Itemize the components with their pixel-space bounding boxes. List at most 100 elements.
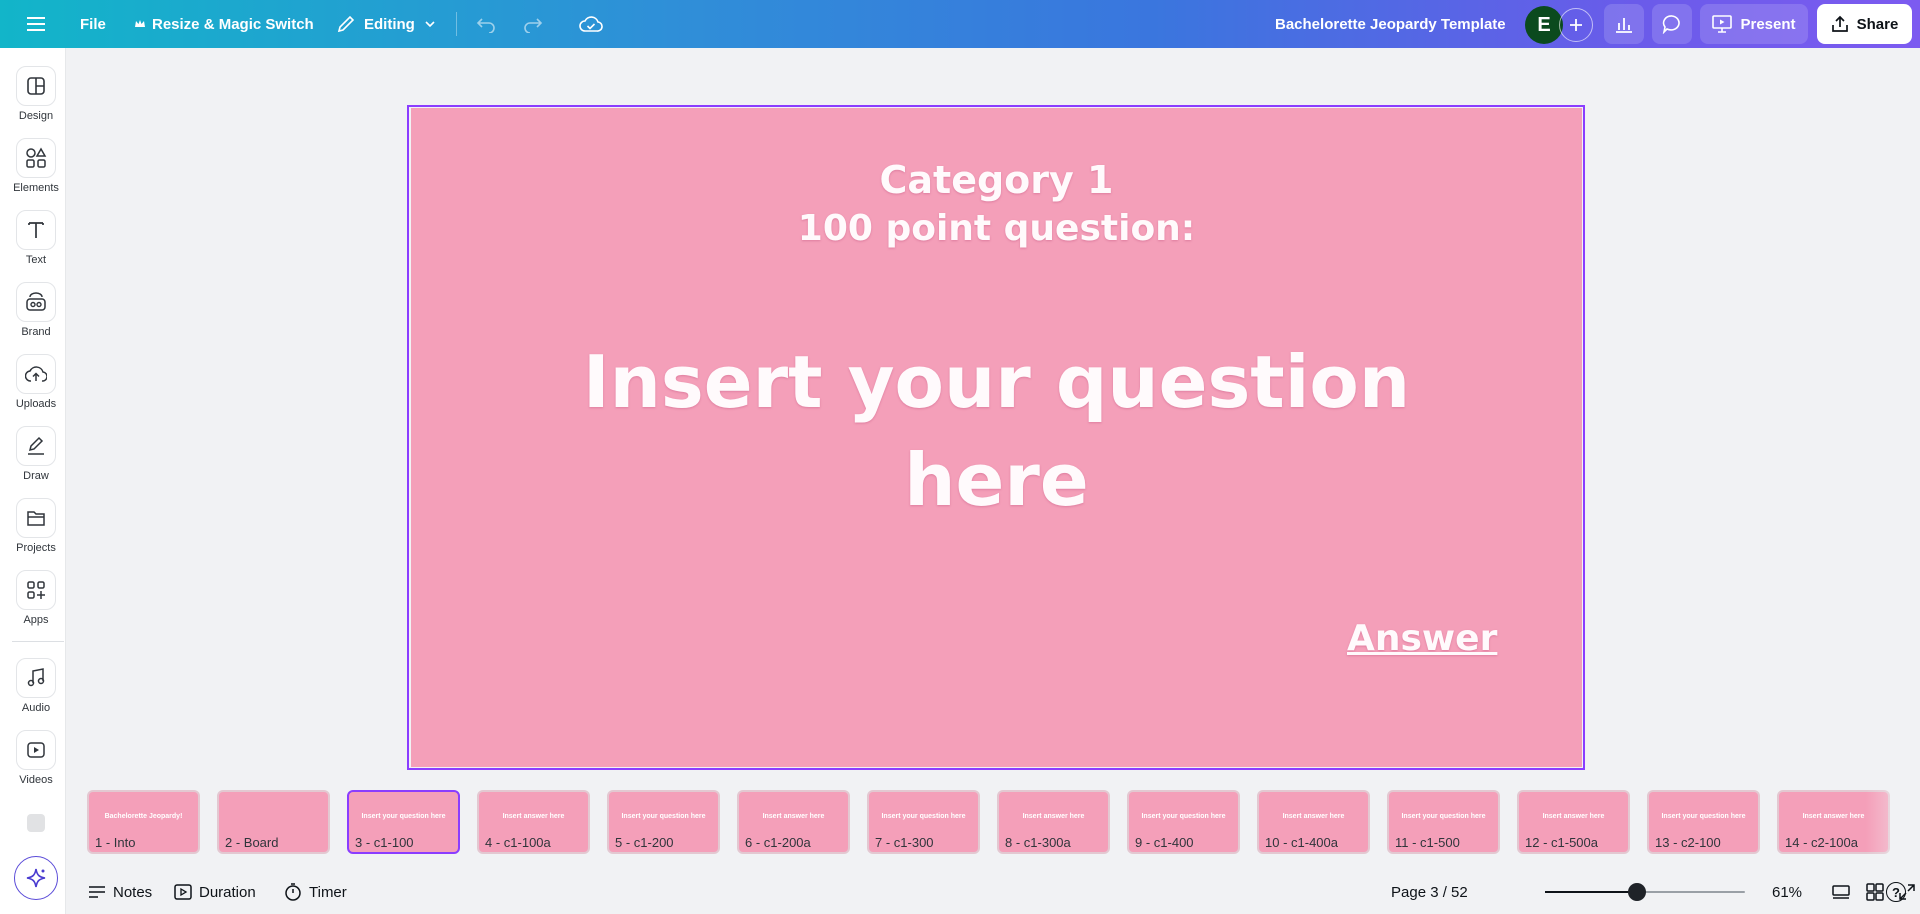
shapes-icon (16, 138, 56, 178)
grid-view-button[interactable] (1866, 870, 1884, 914)
sidebar-label: Projects (16, 542, 56, 554)
page-indicator[interactable]: Page 3 / 52 (1391, 870, 1468, 914)
thumbnail-label: 7 - c1-300 (875, 835, 934, 850)
sidebar-item-apps[interactable]: Apps (0, 570, 72, 626)
insights-button[interactable] (1604, 4, 1644, 44)
chevron-down-icon (425, 21, 435, 28)
page-indicator-text: Page 3 / 52 (1391, 883, 1468, 901)
thumbnail-label: 5 - c1-200 (615, 835, 674, 850)
menu-button[interactable] (22, 0, 50, 48)
sidebar-label: Brand (21, 326, 51, 338)
slide-canvas[interactable]: Category 1 100 point question: Insert yo… (411, 108, 1582, 767)
magic-assistant-button[interactable] (14, 856, 58, 900)
sidebar-item-text[interactable]: Text (0, 210, 72, 266)
sidebar-item-design[interactable]: Design (0, 66, 72, 122)
hamburger-icon (27, 17, 45, 31)
points-heading[interactable]: 100 point question: (411, 208, 1582, 249)
sidebar-label: Audio (21, 702, 51, 714)
question-line-2: here (904, 438, 1089, 522)
page-thumbnail[interactable]: Bachelorette Jeopardy! 1 - Into (87, 790, 200, 854)
sidebar-label: Videos (19, 774, 53, 786)
help-icon: ? (1892, 884, 1900, 900)
help-button[interactable]: ? (1886, 882, 1906, 902)
editing-mode-dropdown[interactable]: Editing (336, 0, 437, 48)
zoom-slider-handle[interactable] (1628, 883, 1646, 901)
thumbnail-label: 2 - Board (225, 835, 279, 850)
page-thumbnail[interactable]: Insert your question here 3 - c1-100 (347, 790, 460, 854)
bottom-bar: Notes Duration Timer Page 3 / 52 61% (66, 870, 1920, 914)
apps-icon (16, 570, 56, 610)
page-thumbnail[interactable]: Insert answer here 4 - c1-100a (477, 790, 590, 854)
file-menu[interactable]: File (80, 0, 106, 48)
duration-button[interactable]: Duration (174, 870, 256, 914)
thumbnail-label: 13 - c2-100 (1655, 835, 1721, 850)
cloud-upload-icon (16, 354, 56, 394)
thumbnail-label: 12 - c1-500a (1525, 835, 1598, 850)
thumbnail-label: 6 - c1-200a (745, 835, 811, 850)
sidebar-item-projects[interactable]: Projects (0, 498, 72, 554)
page-thumbnail[interactable]: Insert your question here 13 - c2-100 (1647, 790, 1760, 854)
sidebar-item-draw[interactable]: Draw (0, 426, 72, 482)
sidebar-item-uploads[interactable]: Uploads (0, 354, 72, 410)
category-heading[interactable]: Category 1 (411, 158, 1582, 202)
page-filmstrip: Bachelorette Jeopardy! 1 - Into 2 - Board I… (66, 778, 1920, 870)
thumbnail-preview-text: Insert answer here (762, 813, 825, 820)
sidebar-label: Uploads (15, 398, 57, 410)
zoom-level[interactable]: 61% (1772, 870, 1802, 914)
invite-button[interactable] (1559, 8, 1593, 42)
thumbnail-label: 1 - Into (95, 835, 136, 850)
comments-button[interactable] (1652, 4, 1692, 44)
stopwatch-icon (285, 883, 301, 901)
sidebar-item-brand[interactable]: Brand (0, 282, 72, 338)
more-apps-icon[interactable] (26, 813, 46, 833)
cloud-check-icon (579, 16, 603, 32)
thumbnail-label: 8 - c1-300a (1005, 835, 1071, 850)
thumbnail-preview-text: Insert answer here (1542, 813, 1605, 820)
sidebar-divider (12, 641, 64, 642)
music-icon (16, 658, 56, 698)
sidebar-label: Apps (23, 614, 49, 626)
sidebar-label: Design (18, 110, 54, 122)
comment-icon (1662, 15, 1680, 34)
page-thumbnail[interactable]: Insert answer here 6 - c1-200a (737, 790, 850, 854)
notes-label: Notes (113, 883, 153, 901)
timer-button[interactable]: Timer (284, 870, 347, 914)
page-layout-button[interactable] (1831, 870, 1851, 914)
redo-button[interactable] (521, 0, 545, 48)
user-avatar[interactable]: E (1525, 6, 1563, 44)
page-thumbnail[interactable]: Insert your question here 5 - c1-200 (607, 790, 720, 854)
page-thumbnail[interactable]: Insert your question here 9 - c1-400 (1127, 790, 1240, 854)
pencil-icon (337, 15, 355, 33)
doc-title-text: Bachelorette Jeopardy Template (1275, 15, 1506, 33)
undo-button[interactable] (474, 0, 498, 48)
resize-magic-switch-button[interactable]: Resize & Magic Switch (134, 0, 314, 48)
page-thumbnail[interactable]: Insert answer here 12 - c1-500a (1517, 790, 1630, 854)
answer-link[interactable]: Answer (1347, 618, 1497, 659)
folder-icon (16, 498, 56, 538)
redo-icon (524, 18, 543, 33)
cloud-save-status[interactable] (578, 0, 604, 48)
zoom-slider[interactable] (1545, 883, 1745, 901)
sidebar-item-videos[interactable]: Videos (0, 730, 72, 786)
bar-chart-icon (1616, 18, 1632, 33)
page-thumbnail[interactable]: Insert answer here 10 - c1-400a (1257, 790, 1370, 854)
thumbnail-label: 14 - c2-100a (1785, 835, 1858, 850)
thumbnail-preview-text: Insert your question here (881, 813, 966, 820)
duration-label: Duration (199, 883, 256, 901)
present-button[interactable]: Present (1700, 4, 1808, 44)
brand-icon (16, 282, 56, 322)
thumbnail-label: 3 - c1-100 (355, 835, 414, 850)
page-thumbnail[interactable]: Insert your question here 11 - c1-500 (1387, 790, 1500, 854)
page-thumbnail[interactable]: 2 - Board (217, 790, 330, 854)
page-thumbnail[interactable]: Insert answer here 8 - c1-300a (997, 790, 1110, 854)
page-thumbnail[interactable]: Insert your question here 7 - c1-300 (867, 790, 980, 854)
sidebar-item-audio[interactable]: Audio (0, 658, 72, 714)
document-title[interactable]: Bachelorette Jeopardy Template (1275, 0, 1506, 48)
sidebar-item-elements[interactable]: Elements (0, 138, 72, 194)
thumbnail-preview-text: Insert your question here (1401, 813, 1486, 820)
share-button[interactable]: Share (1817, 4, 1912, 44)
present-label: Present (1740, 15, 1796, 33)
notes-button[interactable]: Notes (88, 870, 152, 914)
filmstrip-fade (1866, 778, 1920, 870)
question-text[interactable]: Insert your question here (411, 333, 1582, 529)
